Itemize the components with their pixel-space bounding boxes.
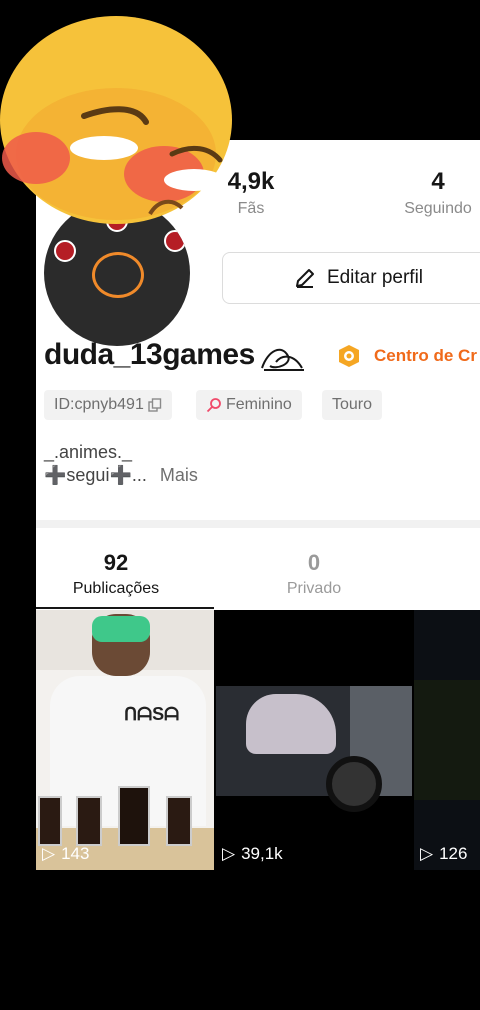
- blushing-emoji-sticker: [0, 16, 232, 224]
- creator-center-link[interactable]: Centro de Cr: [338, 344, 477, 368]
- edit-profile-label: Editar perfil: [326, 267, 424, 288]
- bio-line-1: _.animes._: [44, 442, 133, 462]
- view-count-text: 39,1k: [241, 844, 283, 863]
- scribble-icon: [261, 348, 304, 371]
- bio-line-2: ➕segui➕... Mais: [44, 465, 198, 486]
- bio-line-2-text: ➕segui➕...: [44, 465, 147, 485]
- private-label: Privado: [286, 580, 342, 597]
- section-divider: [36, 520, 480, 528]
- shirt-logo: ᑎᗩSᗩ: [124, 704, 180, 724]
- gender-text: Feminino: [226, 396, 292, 413]
- play-icon: ▷: [42, 844, 56, 863]
- view-count: ▷ 126: [420, 844, 467, 864]
- zodiac-tag: Touro: [322, 390, 383, 420]
- publications-count: 92: [103, 550, 129, 575]
- view-count: ▷ 143: [42, 844, 89, 864]
- female-icon: [206, 398, 221, 413]
- pencil-icon: [295, 269, 314, 288]
- publications-label: Publicações: [72, 580, 160, 597]
- tab-publications[interactable]: 92 Publicações: [36, 550, 196, 598]
- glowing-mask: [92, 616, 150, 642]
- glass: [118, 786, 150, 846]
- user-id-tag[interactable]: ID:cpnyb491: [44, 390, 172, 420]
- gender-tag: Feminino: [196, 390, 302, 420]
- creator-badge-icon: [339, 345, 359, 367]
- creator-center-label: Centro de Cr: [374, 346, 477, 365]
- avatar-cloud-pattern: [54, 240, 76, 262]
- edit-profile-button[interactable]: Editar perfil: [222, 252, 480, 304]
- avatar-symbol: [92, 252, 144, 298]
- following-label: Seguindo: [404, 200, 472, 217]
- video-thumbnail-3[interactable]: ▷ 126: [414, 610, 480, 870]
- avatar-cloud-pattern: [164, 230, 186, 252]
- tab-private[interactable]: 0 Privado: [274, 550, 354, 598]
- zodiac-text: Touro: [332, 396, 373, 413]
- glass: [166, 796, 192, 846]
- view-count: ▷ 39,1k: [222, 844, 283, 864]
- bio-more-link[interactable]: Mais: [160, 465, 198, 485]
- play-icon: ▷: [420, 844, 434, 863]
- play-icon: ▷: [222, 844, 236, 863]
- video-thumbnail-2[interactable]: ▷ 39,1k: [216, 610, 412, 870]
- user-id-text: ID:cpnyb491: [54, 396, 144, 413]
- copy-icon: [148, 398, 162, 412]
- motorcycle-wheel: [326, 756, 382, 812]
- active-tab-indicator: [36, 607, 214, 609]
- view-count-text: 143: [61, 844, 90, 863]
- username: duda_13games: [44, 338, 255, 371]
- view-count-text: 126: [439, 844, 468, 863]
- dark-scene: [414, 680, 480, 800]
- following-stat[interactable]: 4 Seguindo: [396, 168, 480, 218]
- following-count: 4: [431, 168, 445, 195]
- glass: [38, 796, 62, 846]
- video-thumbnail-1[interactable]: ᑎᗩSᗩ ▷ 143: [36, 610, 214, 870]
- glass: [76, 796, 102, 846]
- private-count: 0: [307, 550, 321, 575]
